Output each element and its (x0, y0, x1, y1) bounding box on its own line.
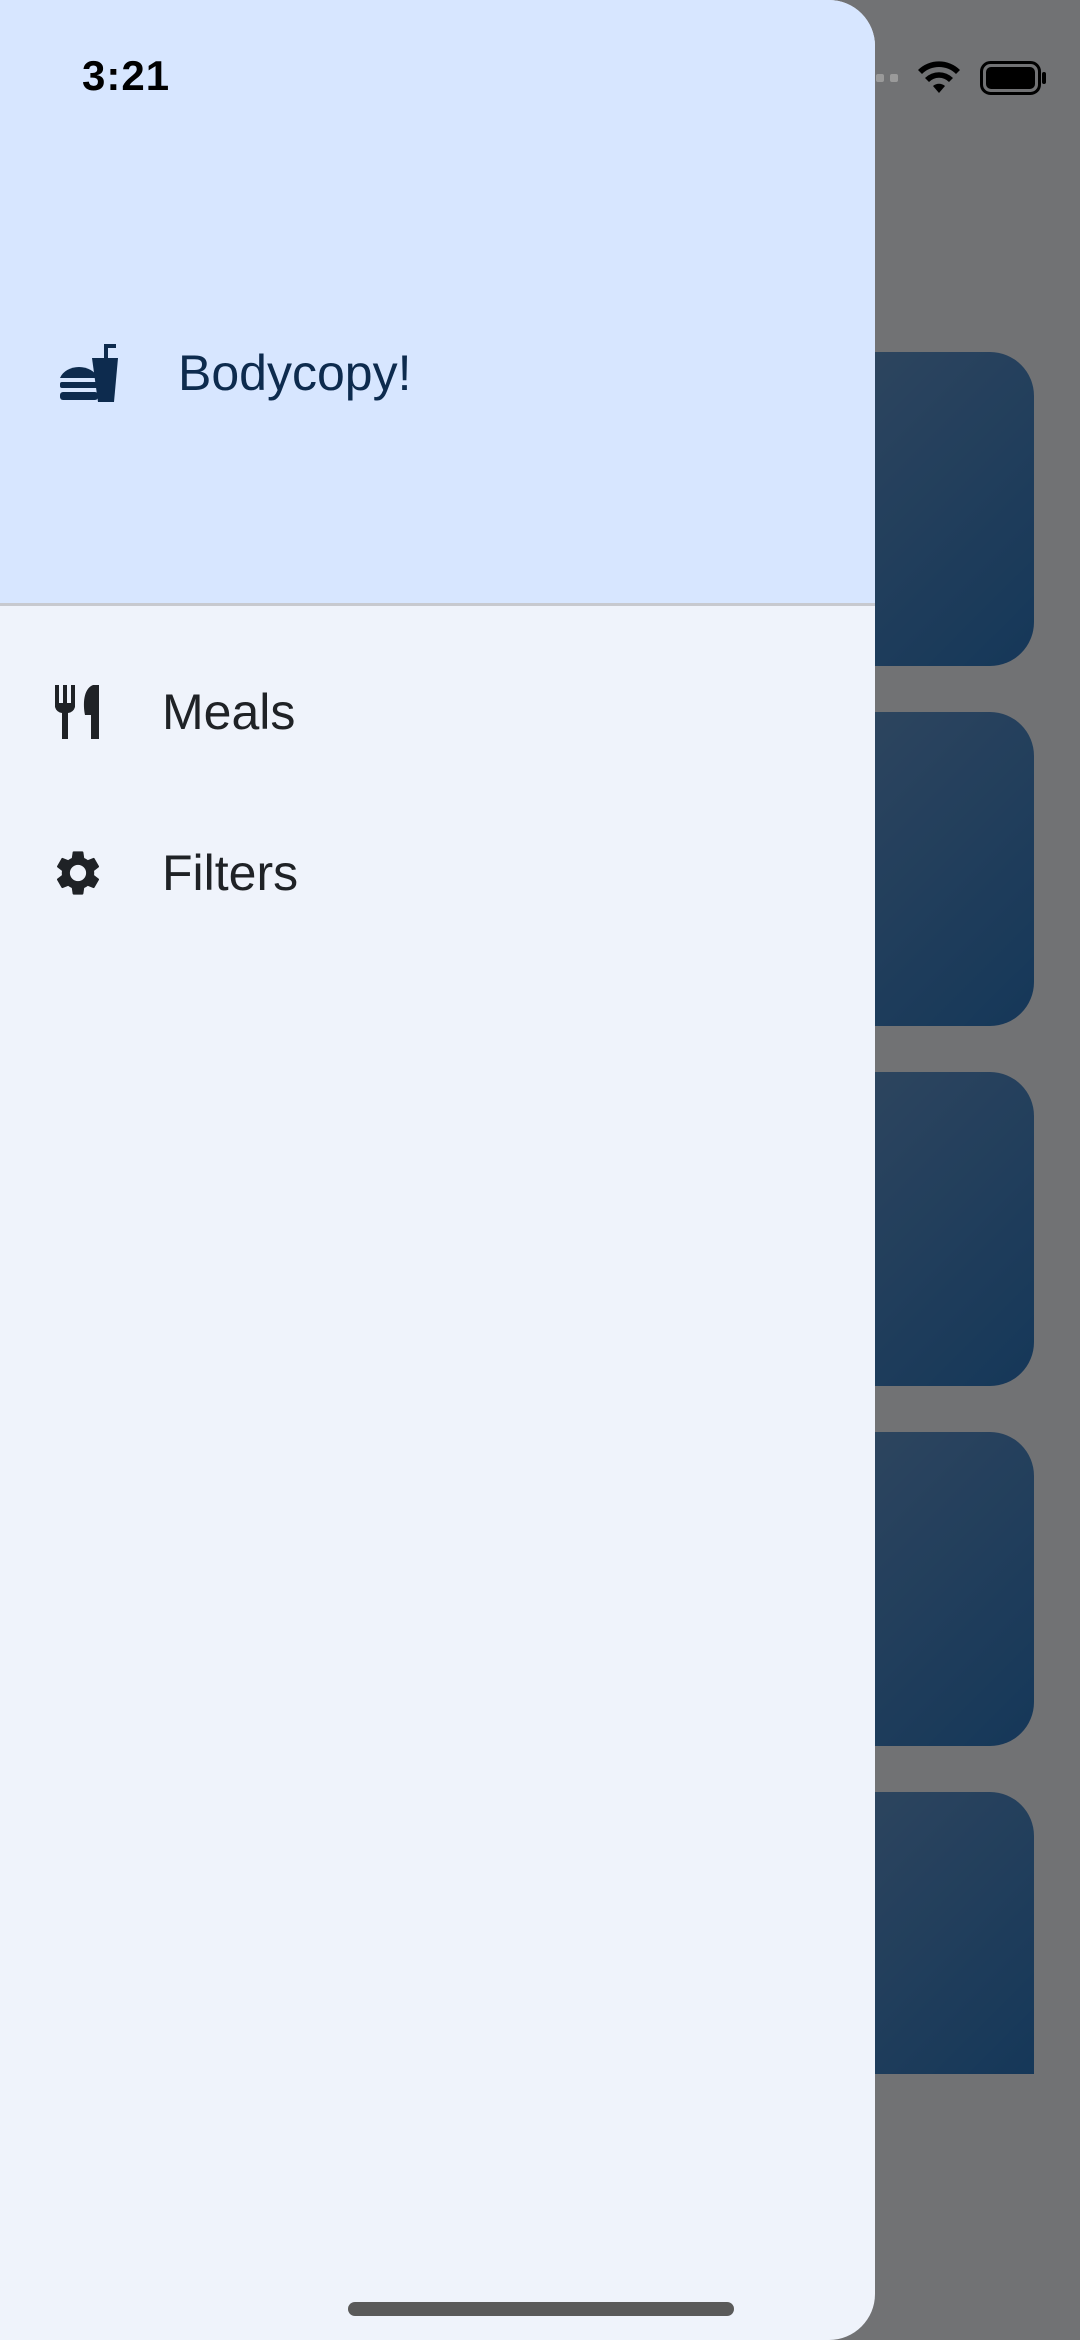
status-time: 3:21 (82, 52, 171, 99)
drawer-item-filters[interactable]: Filters (48, 818, 828, 928)
drawer-title: Bodycopy! (178, 345, 412, 401)
drawer-item-label: Meals (162, 684, 296, 740)
status-bar-indicators (848, 56, 1048, 100)
gear-icon (48, 843, 108, 903)
battery-icon (980, 61, 1046, 95)
home-indicator[interactable] (348, 2302, 734, 2316)
fastfood-icon (56, 340, 122, 406)
drawer-item-label: Filters (162, 845, 299, 901)
navigation-drawer: 3:21 Bodycopy! Meals Filters (0, 0, 875, 2340)
drawer-brand: Bodycopy! (56, 340, 411, 406)
restaurant-icon (48, 682, 108, 742)
drawer-header: 3:21 Bodycopy! (0, 0, 875, 606)
drawer-item-meals[interactable]: Meals (48, 657, 828, 767)
screen: s 3:21 (0, 0, 1080, 2340)
wifi-icon (918, 61, 960, 93)
